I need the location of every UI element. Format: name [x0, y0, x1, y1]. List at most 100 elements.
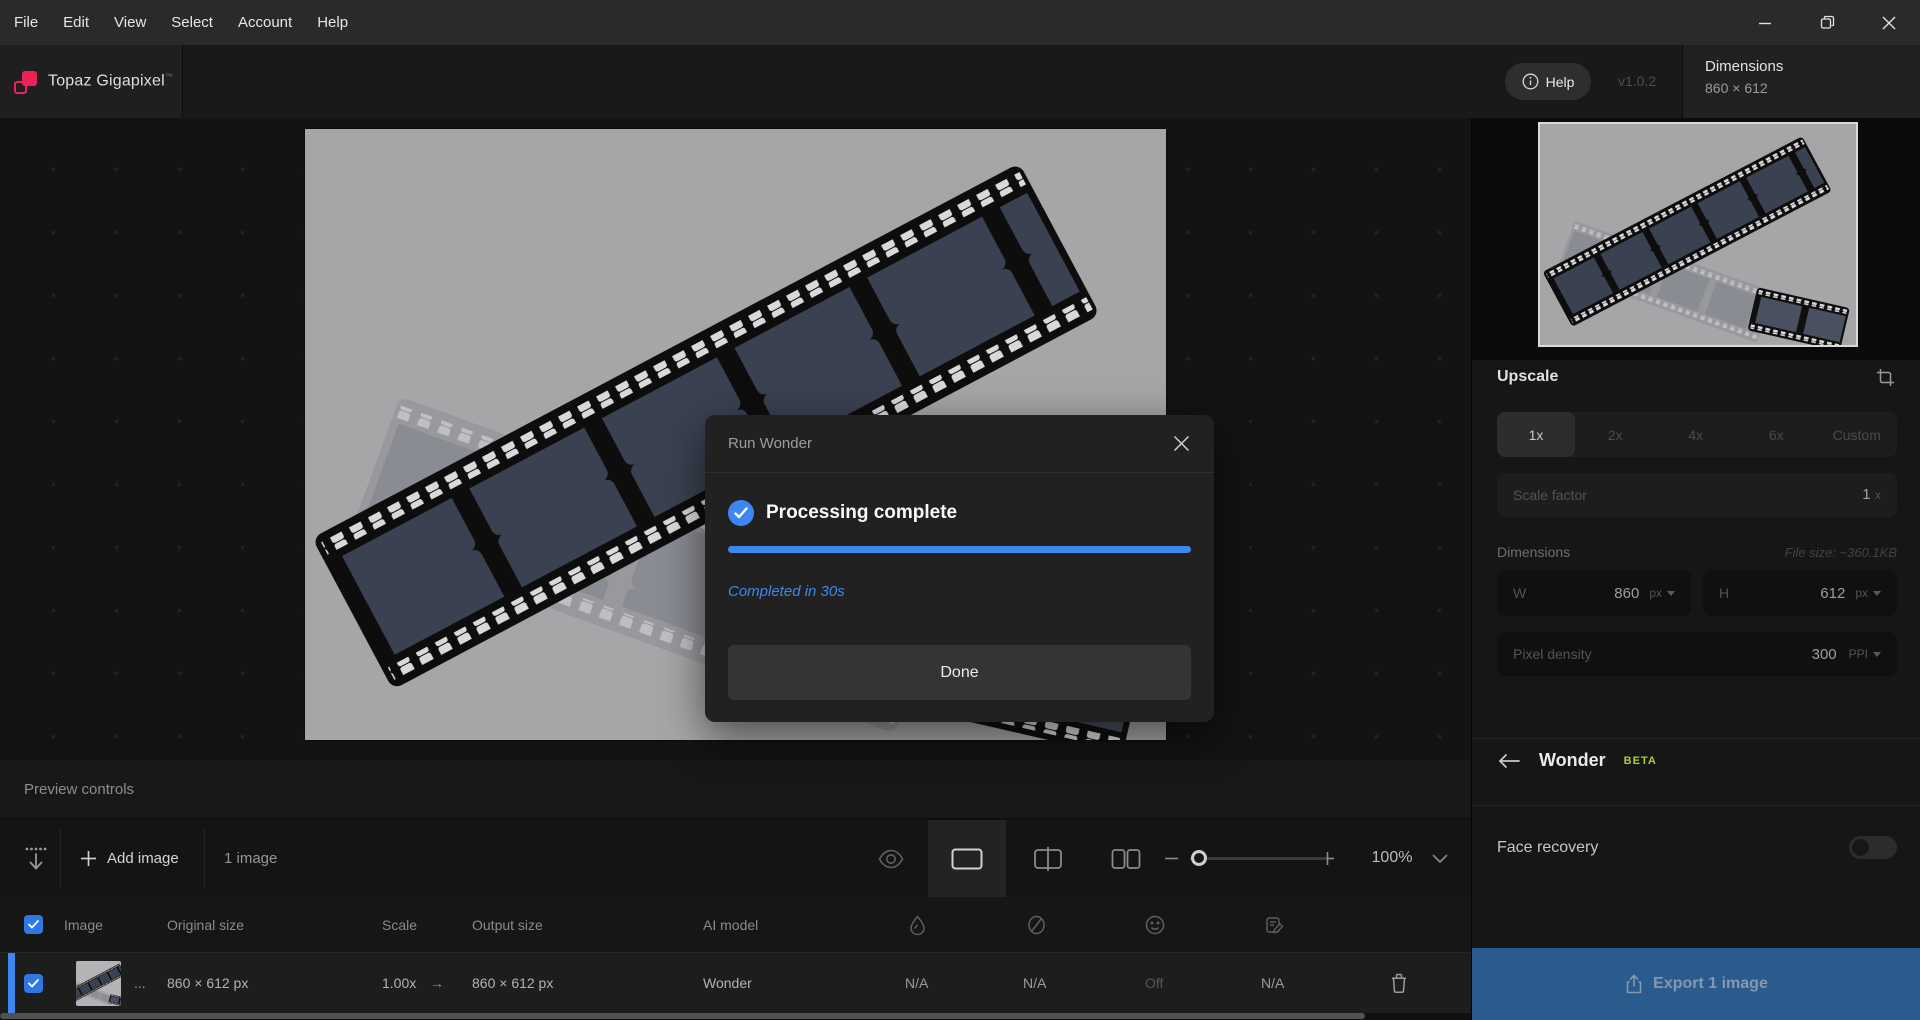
menu-select[interactable]: Select: [171, 14, 213, 31]
scale-arrow: →: [430, 953, 444, 1013]
pixel-density-unit: PPI: [1849, 647, 1868, 661]
dialog-close-icon[interactable]: [1171, 434, 1191, 454]
row-face-recovery-value: Off: [1145, 953, 1163, 1013]
col-scale: Scale: [382, 897, 417, 952]
sharpen-lens-icon: [1027, 915, 1046, 935]
scale-factor-field[interactable]: Scale factor 1 x: [1497, 473, 1897, 517]
row-thumbnail[interactable]: [76, 961, 121, 1006]
menu-bar: File Edit View Select Account Help: [0, 14, 348, 31]
width-field[interactable]: W 860 px: [1497, 570, 1691, 616]
side-by-side-icon: [1111, 848, 1141, 870]
navigator-area: [1472, 118, 1920, 360]
menu-account[interactable]: Account: [238, 14, 292, 31]
preview-controls-label: Preview controls: [0, 781, 134, 798]
export-icon: [1625, 974, 1643, 994]
filename-ellipsis: ...: [134, 953, 146, 1013]
row-film-value: N/A: [1261, 953, 1284, 1013]
chevron-down-icon[interactable]: [1873, 591, 1881, 596]
dimensions-readout: Dimensions 860 × 612: [1682, 45, 1920, 118]
dimensions-value: 860 × 612: [1705, 80, 1920, 96]
export-button[interactable]: Export 1 image: [1472, 948, 1920, 1020]
help-label: Help: [1546, 74, 1575, 90]
split-view-icon: [1033, 846, 1063, 872]
face-recovery-label: Face recovery: [1497, 839, 1598, 857]
face-recovery-toggle[interactable]: [1849, 836, 1897, 859]
file-size-estimate: File size: ~360.1KB: [1785, 545, 1897, 560]
menu-edit[interactable]: Edit: [63, 14, 89, 31]
menu-help[interactable]: Help: [317, 14, 348, 31]
width-unit: px: [1649, 586, 1662, 600]
app-version: v1.0.2: [1618, 73, 1656, 89]
back-arrow-icon[interactable]: [1497, 753, 1521, 769]
zoom-slider-knob[interactable]: [1191, 850, 1207, 866]
face-recovery-smiley-icon: [1145, 915, 1165, 935]
upscale-section-title: Upscale: [1497, 368, 1558, 386]
denoise-droplet-icon: [909, 915, 926, 935]
upscale-option-2x[interactable]: 2x: [1575, 412, 1656, 457]
select-all-checkbox[interactable]: [24, 915, 43, 934]
scale-factor-unit: x: [1875, 488, 1881, 502]
zoom-slider-track[interactable]: [1190, 857, 1326, 860]
image-table-row[interactable]: ... 860 × 612 px 1.00x → 860 × 612 px Wo…: [0, 952, 1471, 1013]
toolbar-divider: [204, 828, 205, 889]
row-checkbox[interactable]: [24, 974, 43, 993]
image-table-header: Image Original size Scale Output size AI…: [0, 897, 1471, 952]
brand-block: Topaz Gigapixel™: [0, 45, 183, 118]
chevron-down-icon[interactable]: [1667, 591, 1675, 596]
menu-view[interactable]: View: [114, 14, 146, 31]
compare-visibility-button[interactable]: [878, 820, 904, 897]
zoom-menu-button[interactable]: [1432, 820, 1448, 897]
split-view-button[interactable]: [1012, 820, 1084, 897]
topaz-logo-icon: [14, 70, 38, 94]
wonder-section-title: Wonder: [1539, 750, 1606, 771]
menu-file[interactable]: File: [14, 14, 38, 31]
export-label: Export 1 image: [1653, 975, 1768, 993]
help-button[interactable]: Help: [1505, 63, 1591, 100]
col-image: Image: [64, 897, 103, 952]
image-count-label: 1 image: [224, 820, 277, 897]
minimize-button[interactable]: [1734, 0, 1796, 45]
chevron-down-icon[interactable]: [1873, 652, 1881, 657]
preview-controls-bar: Preview controls: [0, 760, 1471, 819]
zoom-out-button[interactable]: [1164, 820, 1179, 897]
restore-button[interactable]: [1796, 0, 1858, 45]
row-original-size: 860 × 612 px: [167, 953, 248, 1013]
progress-fill: [728, 546, 1191, 553]
crop-button[interactable]: [1876, 368, 1895, 392]
single-view-button[interactable]: [928, 820, 1006, 897]
height-field[interactable]: H 612 px: [1703, 570, 1897, 616]
film-grain-icon: [1265, 915, 1285, 935]
processing-status: Processing complete: [728, 500, 957, 526]
selected-row-indicator: [8, 953, 15, 1013]
toolbar-divider: [60, 828, 61, 889]
delete-image-button[interactable]: [1390, 953, 1408, 1013]
upscale-option-custom[interactable]: Custom: [1817, 412, 1898, 457]
add-image-label: Add image: [107, 850, 179, 867]
upscale-option-6x[interactable]: 6x: [1736, 412, 1817, 457]
crop-icon: [1876, 368, 1895, 387]
horizontal-scrollbar[interactable]: [0, 1013, 1365, 1019]
side-by-side-view-button[interactable]: [1090, 820, 1162, 897]
toggle-knob: [1852, 839, 1869, 856]
zoom-level-value: 100%: [1362, 849, 1422, 867]
window-controls: [1734, 0, 1920, 45]
scale-factor-value: 1: [1862, 486, 1870, 503]
scale-factor-label: Scale factor: [1513, 487, 1587, 503]
pixel-density-field[interactable]: Pixel density 300 PPI: [1497, 632, 1897, 676]
close-button[interactable]: [1858, 0, 1920, 45]
width-value: 860: [1614, 585, 1639, 602]
upscale-option-4x[interactable]: 4x: [1656, 412, 1737, 457]
navigator-thumbnail[interactable]: [1538, 122, 1858, 347]
chevron-down-icon: [1432, 854, 1448, 864]
done-button[interactable]: Done: [728, 645, 1191, 700]
row-scale: 1.00x: [382, 953, 416, 1013]
app-window: File Edit View Select Account Help: [0, 0, 1920, 1020]
collapse-panel-button[interactable]: [24, 820, 48, 897]
upscale-option-1x[interactable]: 1x: [1497, 412, 1575, 457]
eye-icon: [878, 849, 904, 869]
trash-icon: [1390, 973, 1408, 993]
success-check-icon: [728, 500, 754, 526]
height-unit: px: [1855, 586, 1868, 600]
add-image-button[interactable]: Add image: [80, 820, 179, 897]
section-divider: [1472, 738, 1920, 739]
